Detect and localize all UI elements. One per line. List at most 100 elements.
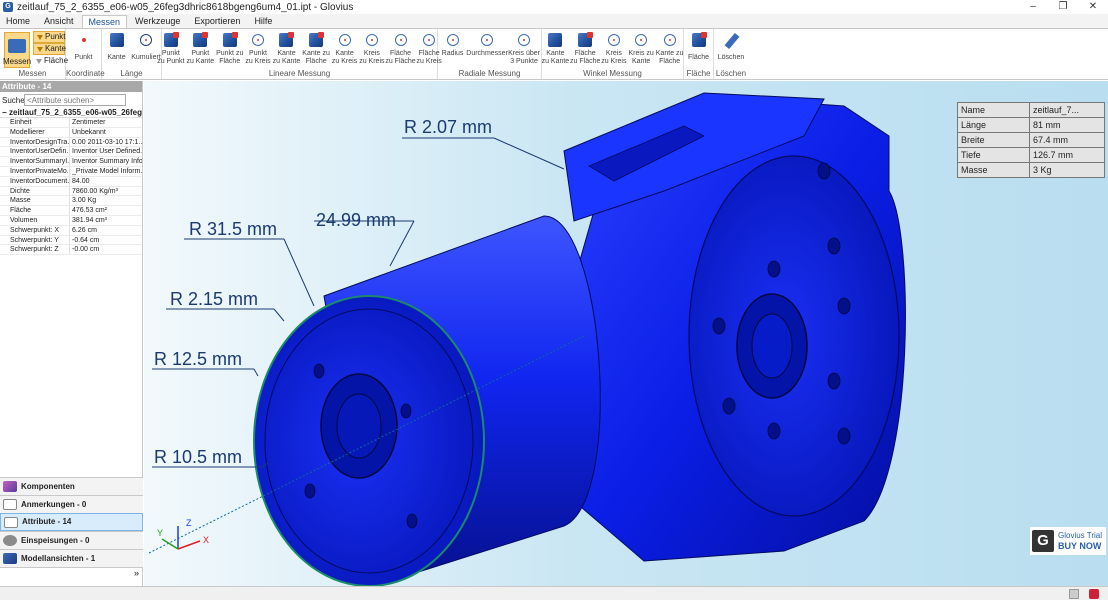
attribute-row[interactable]: Schwerpunkt: Y -0.64 cm	[0, 235, 142, 246]
buy-now-badge[interactable]: G Glovius Trial BUY NOW	[1030, 527, 1106, 555]
messen-flaeche-toggle[interactable]: Fläche	[33, 55, 68, 67]
laenge-kante-button[interactable]: Kante	[103, 31, 130, 61]
model-views-icon	[3, 553, 17, 564]
edge-to-face-icon	[309, 32, 325, 47]
flaeche-button[interactable]: Fläche	[685, 31, 712, 61]
attribute-row[interactable]: Masse 3.00 Kg	[0, 196, 142, 207]
tab-messen[interactable]: Messen	[81, 15, 128, 28]
filter-icon	[36, 58, 42, 64]
attribute-row[interactable]: Schwerpunkt: X 6.26 cm	[0, 225, 142, 236]
angle-edge-face-icon	[663, 34, 676, 46]
angle-circle-circle-icon	[607, 34, 620, 46]
attribute-row[interactable]: InventorUserDefin... Inventor User Define…	[0, 147, 142, 158]
minimize-button[interactable]: –	[1018, 0, 1048, 14]
winkel-kante-zu-flaeche-button[interactable]: Kante zu Fläche	[656, 31, 683, 65]
winkel-kreis-zu-kante-button[interactable]: Kreis zu Kante	[629, 31, 654, 65]
maximize-button[interactable]: ❐	[1048, 0, 1078, 14]
dimension-label-r12-5[interactable]: R 12.5 mm	[154, 349, 242, 370]
attribute-root-node[interactable]: − zeitlauf_75_2_6355_e06-w05_26feg...	[0, 108, 142, 118]
group-radiale-messung: Radius Durchmesser Kreis über 3 Punkte Ra…	[438, 29, 542, 79]
tab-komponenten[interactable]: Komponenten	[0, 477, 143, 495]
messen-punkt-toggle[interactable]: Punkt	[33, 31, 65, 43]
tab-hilfe[interactable]: Hilfe	[248, 15, 278, 28]
kreis-zu-kreis-button[interactable]: Kreis zu Kreis	[359, 31, 385, 65]
group-messen: Messen Punkt Kante Fläche Messen	[0, 29, 68, 79]
group-lineare-messung: Punkt zu Punkt Punkt zu Kante Punkt zu Fläc…	[157, 29, 442, 79]
kante-zu-kante-button[interactable]: Kante zu Kante	[273, 31, 300, 65]
tab-attribute[interactable]: Attribute - 14	[0, 513, 143, 531]
info-row: Masse 3 Kg	[957, 162, 1105, 178]
group-koordinate: Punkt Koordinate	[66, 29, 105, 79]
flaeche-zu-flaeche-button[interactable]: Fläche zu Fläche	[385, 31, 416, 65]
kreis-ueber-3-punkte-button[interactable]: Kreis über 3 Punkte	[508, 31, 540, 65]
point-to-face-icon	[222, 32, 238, 47]
messen-kante-toggle[interactable]: Kante	[33, 43, 66, 55]
kante-zu-kreis-button[interactable]: Kante zu Kreis	[332, 31, 357, 65]
punkt-zu-kante-button[interactable]: Punkt zu Kante	[186, 31, 214, 65]
info-row: Tiefe 126.7 mm	[957, 147, 1105, 163]
buy-now-label: BUY NOW	[1058, 541, 1102, 551]
punkt-zu-punkt-button[interactable]: Punkt zu Punkt	[157, 31, 184, 65]
face-to-circle-icon	[423, 34, 436, 46]
three-point-circle-icon	[518, 34, 531, 46]
cumulative-icon	[140, 34, 152, 46]
trial-label: Glovius Trial	[1058, 531, 1103, 540]
winkel-kreis-zu-kreis-button[interactable]: Kreis zu Kreis	[601, 31, 627, 65]
attribute-row[interactable]: InventorSummaryI... Inventor Summary Info…	[0, 157, 142, 167]
components-icon	[3, 481, 17, 492]
tab-werkzeuge[interactable]: Werkzeuge	[129, 15, 186, 28]
koordinate-punkt-button[interactable]: Punkt	[70, 31, 98, 61]
loeschen-button[interactable]: Löschen	[717, 31, 745, 61]
status-settings-icon[interactable]	[1069, 589, 1079, 599]
laenge-kumuliert-button[interactable]: Kumuliert	[131, 31, 161, 61]
tab-einspeisungen[interactable]: Einspeisungen - 0	[0, 531, 143, 549]
attribute-row[interactable]: Volumen 381.94 cm³	[0, 215, 142, 226]
panel-header: Attribute - 14	[0, 81, 142, 92]
collapse-icon[interactable]: −	[2, 108, 9, 117]
3d-viewport[interactable]: R 2.07 mm 24.99 mm R 31.5 mm R 2.15 mm R…	[144, 81, 1108, 586]
attribute-row[interactable]: Einheit Zentimeter	[0, 118, 142, 128]
dimension-label-r10-5[interactable]: R 10.5 mm	[154, 447, 242, 468]
winkel-kante-zu-kante-button[interactable]: Kante zu Kante	[542, 31, 569, 65]
punkt-zu-kreis-button[interactable]: Punkt zu Kreis	[245, 31, 271, 65]
tab-home[interactable]: Home	[0, 15, 36, 28]
ruler-icon	[8, 39, 26, 53]
glovius-logo-icon: G	[1032, 530, 1054, 552]
attribute-row[interactable]: InventorDocument... 84.00	[0, 176, 142, 187]
close-button[interactable]: ✕	[1078, 0, 1108, 14]
attribute-list: Einheit Zentimeter Modellierer Unbekannt I…	[0, 118, 142, 256]
tab-exportieren[interactable]: Exportieren	[188, 15, 246, 28]
ribbon-tabs: Home Ansicht Messen Werkzeuge Exportiere…	[0, 14, 1108, 28]
model-info-table: Name zeitlauf_7... Länge 81 mm Breite 67.4 …	[957, 102, 1105, 178]
axis-x-label: X	[203, 535, 210, 545]
messen-button[interactable]: Messen	[3, 32, 31, 68]
winkel-flaeche-zu-flaeche-button[interactable]: Fläche zu Fläche	[570, 31, 600, 65]
attribute-row[interactable]: InventorPrivateMo... _Private Model Infor…	[0, 166, 142, 177]
tab-anmerkungen[interactable]: Anmerkungen - 0	[0, 495, 143, 513]
attribute-search-input[interactable]	[24, 94, 126, 106]
attribute-row[interactable]: Dichte 7860.00 Kg/m³	[0, 186, 142, 197]
face-to-face-icon	[394, 34, 407, 46]
dimension-label-24-99[interactable]: 24.99 mm	[316, 210, 396, 231]
dimension-label-r2-15[interactable]: R 2.15 mm	[170, 289, 258, 310]
kante-zu-flaeche-button[interactable]: Kante zu Fläche	[302, 31, 330, 65]
attribute-row[interactable]: Modellierer Unbekannt	[0, 127, 142, 138]
attribute-row[interactable]: Fläche 476.53 cm²	[0, 206, 142, 216]
dimension-label-r31-5[interactable]: R 31.5 mm	[189, 219, 277, 240]
durchmesser-button[interactable]: Durchmesser	[466, 31, 508, 57]
group-laenge: Kante Kumuliert Länge	[102, 29, 162, 79]
tab-modellansichten[interactable]: Modellansichten - 1	[0, 549, 143, 567]
group-winkel-messung: Kante zu Kante Fläche zu Fläche Kreis zu Kr…	[542, 29, 684, 79]
panel-expand-button[interactable]: »	[0, 567, 143, 581]
attributes-icon	[4, 516, 18, 528]
radius-button[interactable]: Radius	[439, 31, 466, 57]
info-row: Länge 81 mm	[957, 117, 1105, 133]
feeds-icon	[3, 535, 17, 546]
glovius-app-icon: G	[3, 2, 13, 12]
attribute-row[interactable]: InventorDesignTra... 0.00 2011-03-10 17:1…	[0, 137, 142, 148]
tab-ansicht[interactable]: Ansicht	[38, 15, 80, 28]
status-pdf-icon[interactable]	[1089, 589, 1099, 599]
punkt-zu-flaeche-button[interactable]: Punkt zu Fläche	[216, 31, 243, 65]
attribute-row[interactable]: Schwerpunkt: Z -0.00 cm	[0, 245, 142, 256]
dimension-label-r2-07[interactable]: R 2.07 mm	[404, 117, 492, 138]
